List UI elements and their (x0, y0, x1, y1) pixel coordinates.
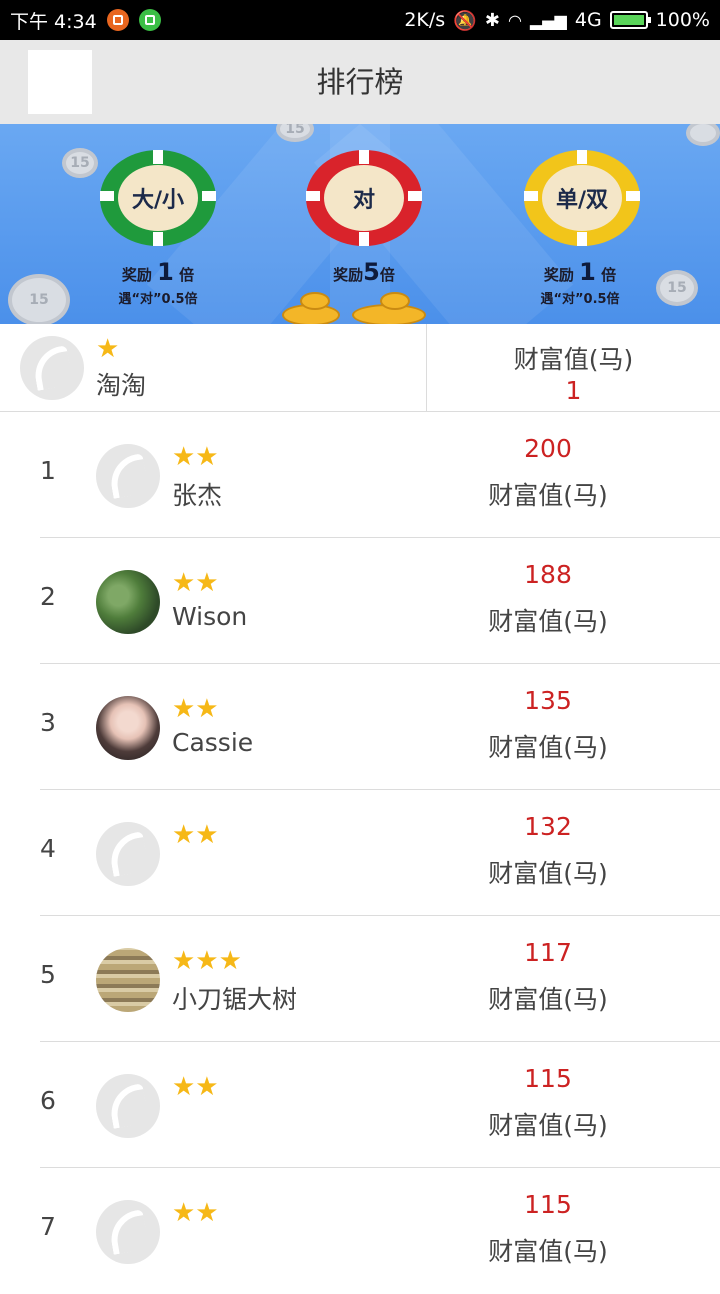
page-title: 排行榜 (316, 65, 404, 99)
ranking-row[interactable]: 2 ★★ Wison 188 财富值(马) (0, 538, 720, 664)
reward-text-odd-even: 奖励 1 倍 遇“对”0.5倍 (540, 258, 620, 307)
battery-icon (609, 11, 651, 29)
ranking-row[interactable]: 3 ★★ Cassie 135 财富值(马) (0, 664, 720, 790)
wealth-unit: 财富值(马) (488, 607, 608, 636)
status-time: 下午 4:34 (10, 10, 97, 33)
rank-number: 2 (40, 582, 56, 611)
level-stars: ★★ (172, 442, 219, 472)
reward-text-pair: 奖励5倍 (333, 258, 395, 286)
wealth-unit: 财富值(马) (488, 1111, 608, 1140)
decor-coin (686, 124, 720, 146)
gold-coin (380, 292, 410, 310)
promo-banner[interactable]: 15 15 15 15 大/小 奖励 1 倍 遇“对”0.5倍 对 奖励5倍 单… (0, 124, 720, 324)
ranking-row[interactable]: 7 ★★ 115 财富值(马) (0, 1168, 720, 1294)
wealth-value: 115 (524, 1190, 572, 1219)
user-name: 小刀锯大树 (172, 985, 298, 1014)
chip-pair: 对 (306, 150, 422, 246)
wealth-value: 188 (524, 560, 572, 589)
level-stars: ★★ (172, 568, 219, 598)
network-type: 4G (574, 9, 602, 31)
gold-coin (300, 292, 330, 310)
mute-icon: 🔕 (453, 9, 477, 32)
my-avatar[interactable] (20, 336, 84, 400)
user-avatar[interactable] (96, 444, 160, 508)
rank-number: 6 (40, 1086, 56, 1115)
rank-number: 5 (40, 960, 56, 989)
android-icon (138, 9, 161, 31)
ranking-row[interactable]: 1 ★★ 张杰 200 财富值(马) (0, 412, 720, 538)
signal-icon: ▂▄▆ (529, 10, 567, 30)
chip-big-small: 大/小 (100, 150, 216, 246)
wealth-value: 132 (524, 812, 572, 841)
wealth-value: 135 (524, 686, 572, 715)
battery-level: 100% (655, 9, 710, 31)
decor-coin: 15 (62, 148, 98, 178)
rank-number: 7 (40, 1212, 56, 1241)
user-name: Cassie (172, 728, 254, 757)
title-bar: 排行榜 (0, 40, 720, 124)
my-rank-row[interactable]: ★ 淘淘 财富值(马) 1 (0, 324, 720, 412)
my-wealth-label: 财富值(马) (513, 345, 634, 374)
wealth-value: 115 (524, 1064, 572, 1093)
user-avatar[interactable] (96, 948, 160, 1012)
wealth-value: 200 (524, 434, 572, 463)
wealth-value: 117 (524, 938, 572, 967)
user-avatar[interactable] (96, 1200, 160, 1264)
level-stars: ★★ (172, 820, 219, 850)
my-level-stars: ★ (96, 334, 120, 364)
bluetooth-icon: ✱ (484, 9, 500, 31)
ranking-row[interactable]: 5 ★★★ 小刀锯大树 117 财富值(马) (0, 916, 720, 1042)
user-name: 张杰 (172, 481, 223, 510)
wifi-icon: ◠ (507, 10, 522, 30)
user-avatar[interactable] (96, 822, 160, 886)
decor-coin: 15 (8, 274, 70, 324)
my-name: 淘淘 (96, 371, 147, 400)
user-avatar[interactable] (96, 570, 160, 634)
level-stars: ★★★ (172, 946, 242, 976)
notification-app-icon (106, 9, 129, 31)
level-stars: ★★ (172, 694, 219, 724)
user-avatar[interactable] (96, 696, 160, 760)
ranking-row[interactable]: 6 ★★ 115 财富值(马) (0, 1042, 720, 1168)
ranking-list[interactable]: 1 ★★ 张杰 200 财富值(马) 2 ★★ Wison 188 财富值(马)… (0, 412, 720, 1294)
chip-odd-even: 单/双 (524, 150, 640, 246)
wealth-unit: 财富值(马) (488, 481, 608, 510)
rank-number: 1 (40, 456, 56, 485)
wealth-unit: 财富值(马) (488, 859, 608, 888)
level-stars: ★★ (172, 1072, 219, 1102)
rank-number: 4 (40, 834, 56, 863)
ranking-row[interactable]: 4 ★★ 132 财富值(马) (0, 790, 720, 916)
reward-text-big-small: 奖励 1 倍 遇“对”0.5倍 (118, 258, 198, 307)
my-wealth-value: 1 (565, 376, 582, 405)
wealth-unit: 财富值(马) (488, 733, 608, 762)
decor-coin: 15 (656, 270, 698, 306)
wealth-unit: 财富值(马) (488, 1237, 608, 1266)
level-stars: ★★ (172, 1198, 219, 1228)
network-speed: 2K/s (404, 9, 446, 31)
user-name: Wison (172, 602, 248, 631)
user-avatar[interactable] (96, 1074, 160, 1138)
rank-number: 3 (40, 708, 56, 737)
status-bar: 下午 4:34 2K/s 🔕 ✱ ◠ ▂▄▆ 4G 100% (0, 0, 720, 40)
wealth-unit: 财富值(马) (488, 985, 608, 1014)
